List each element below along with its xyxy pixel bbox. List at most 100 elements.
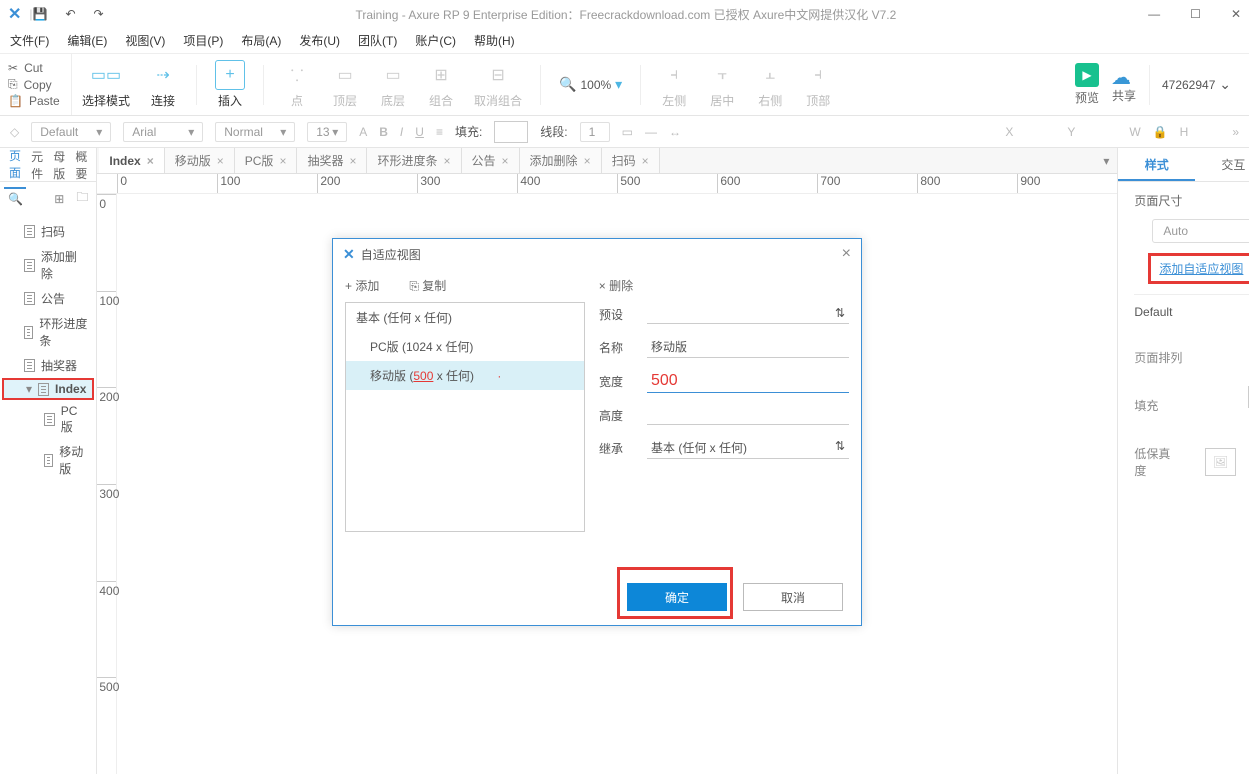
redo-icon[interactable]: ↷ — [94, 7, 104, 21]
height-input[interactable] — [647, 405, 849, 425]
zoom-control[interactable]: 🔍 100% ▾ — [559, 76, 622, 93]
page-item[interactable]: 公告 — [0, 286, 96, 311]
fill-swatch[interactable] — [494, 121, 528, 143]
ruler-vertical: 0100200300400500 — [97, 194, 117, 774]
weight-select[interactable]: Normal▾ — [215, 122, 295, 142]
lowfi-icon[interactable]: 🖼 — [1205, 448, 1236, 476]
page-item-selected[interactable]: ▾Index — [2, 378, 94, 400]
menu-help[interactable]: 帮助(H) — [474, 32, 515, 49]
connect-tool[interactable]: ⇢连接 — [148, 60, 178, 109]
line-style-icon[interactable]: — — [645, 125, 657, 139]
cut-button[interactable]: ✂ Cut — [0, 60, 71, 76]
group-tool: ⊞组合 — [426, 60, 456, 109]
font-select[interactable]: Arial▾ — [123, 122, 203, 142]
text-color-icon[interactable]: A — [359, 125, 367, 139]
list-item[interactable]: PC版 (1024 x 任何) — [346, 332, 584, 361]
tab-overflow-icon[interactable]: ▾ — [1095, 154, 1117, 168]
maximize-icon[interactable]: ☐ — [1190, 7, 1201, 21]
italic-icon[interactable]: I — [400, 125, 403, 139]
right-sidebar: 样式 交互 说明 页面尺寸 Auto⇅ 添加自适应视图 Default✎ 页面排… — [1117, 148, 1249, 774]
canvas-tab[interactable]: Index× — [99, 148, 164, 173]
line-color-icon[interactable]: ▭ — [622, 125, 633, 139]
tab-interact[interactable]: 交互 — [1195, 148, 1249, 181]
insert-tool[interactable]: +插入 — [215, 60, 245, 109]
tab-outline[interactable]: 概要 — [70, 142, 92, 188]
lock-icon[interactable]: 🔒 — [1153, 125, 1168, 139]
select-tool[interactable]: ▭▭选择模式 — [82, 60, 130, 109]
page-size-select[interactable]: Auto⇅ — [1152, 219, 1249, 243]
ruler-horizontal: 0100200300400500600700800900 — [97, 174, 1117, 194]
page-size-label: 页面尺寸 — [1134, 192, 1249, 209]
preview-icon[interactable]: ▶ — [1075, 63, 1099, 87]
underline-icon[interactable]: U — [415, 125, 424, 139]
list-item[interactable]: 基本 (任何 x 任何) — [346, 303, 584, 332]
copy-button[interactable]: ⎘ Copy — [0, 76, 71, 93]
canvas-tab[interactable]: 移动版× — [165, 148, 235, 173]
name-input[interactable]: 移动版 — [647, 336, 849, 358]
height-label: 高度 — [599, 407, 635, 424]
page-item[interactable]: 扫码 — [0, 219, 96, 244]
folder-icon[interactable]: 🗀 — [76, 188, 88, 209]
share-icon[interactable]: ☁ — [1111, 65, 1137, 85]
menu-edit[interactable]: 编辑(E) — [67, 32, 107, 49]
arrow-icon[interactable]: ↔ — [669, 125, 681, 139]
canvas-tab[interactable]: PC版× — [235, 148, 298, 173]
window-title: Training - Axure RP 9 Enterprise Edition… — [104, 6, 1149, 23]
more-icon[interactable]: » — [1232, 125, 1239, 139]
default-section: Default✎ — [1134, 305, 1249, 319]
style-preset[interactable]: Default▾ — [31, 122, 111, 142]
menu-project[interactable]: 项目(P) — [183, 32, 223, 49]
account-label[interactable]: 47262947 ⌄ — [1162, 76, 1231, 93]
page-item[interactable]: 环形进度条 — [0, 311, 96, 353]
w-label: W — [1129, 125, 1140, 139]
canvas-tab[interactable]: 公告× — [462, 148, 520, 173]
canvas-tab[interactable]: 环形进度条× — [367, 148, 461, 173]
paste-button[interactable]: 📋 Paste — [0, 93, 71, 109]
canvas-tab[interactable]: 扫码× — [602, 148, 660, 173]
dlg-add-button[interactable]: + 添加 — [345, 277, 379, 294]
save-icon[interactable]: 💾 — [33, 7, 48, 21]
size-select[interactable]: 13▾ — [307, 122, 347, 142]
undo-icon[interactable]: ↶ — [65, 7, 75, 21]
dlg-copy-button[interactable]: ⎘ 复制 — [409, 277, 446, 294]
ok-highlight — [617, 567, 733, 619]
add-adaptive-view-link[interactable]: 添加自适应视图 — [1148, 253, 1249, 284]
tab-masters[interactable]: 母版 — [48, 142, 70, 188]
bottom-tool: ▭底层 — [378, 60, 408, 109]
style-icon[interactable]: ◇ — [10, 125, 19, 139]
dlg-delete-button[interactable]: × 删除 — [599, 277, 633, 294]
canvas-tab[interactable]: 抽奖器× — [297, 148, 367, 173]
menu-account[interactable]: 账户(C) — [415, 32, 456, 49]
add-page-icon[interactable]: ⊞ — [54, 192, 64, 206]
cancel-button[interactable]: 取消 — [743, 583, 843, 611]
page-item[interactable]: 移动版 — [0, 439, 96, 481]
canvas-tab[interactable]: 添加删除× — [520, 148, 602, 173]
inherit-select[interactable]: 基本 (任何 x 任何)⇅ — [647, 437, 849, 459]
point-tool: ⸪点 — [282, 60, 312, 109]
width-input[interactable]: 500 — [647, 370, 849, 393]
search-icon[interactable]: 🔍 — [8, 192, 23, 206]
list-item-selected[interactable]: 移动版 (500 x 任何) · — [346, 361, 584, 390]
menu-file[interactable]: 文件(F) — [10, 32, 49, 49]
menu-layout[interactable]: 布局(A) — [241, 32, 281, 49]
page-item[interactable]: 抽奖器 — [0, 353, 96, 378]
preset-label: 预设 — [599, 306, 635, 323]
page-item[interactable]: PC版 — [0, 400, 96, 439]
tab-style[interactable]: 样式 — [1118, 148, 1195, 181]
title-bar: ✕ | 💾 ↶ ↷ Training - Axure RP 9 Enterpri… — [0, 0, 1249, 28]
close-icon[interactable]: ✕ — [1231, 7, 1241, 21]
menu-publish[interactable]: 发布(U) — [299, 32, 340, 49]
menu-team[interactable]: 团队(T) — [358, 32, 397, 49]
list-icon[interactable]: ≡ — [436, 125, 443, 139]
menu-view[interactable]: 视图(V) — [125, 32, 165, 49]
page-item[interactable]: 添加删除 — [0, 244, 96, 286]
minimize-icon[interactable]: — — [1148, 7, 1160, 21]
line-width[interactable]: 1 — [580, 122, 610, 142]
lowfi-row: 低保真度 🖼 降低视觉保真度以专注于用户体验 — [1134, 445, 1249, 479]
bold-icon[interactable]: B — [379, 125, 388, 139]
dialog-close-icon[interactable]: × — [842, 245, 851, 263]
page-align-row: 页面排列 ≡ ≡ — [1134, 349, 1249, 366]
line-label: 线段: — [540, 123, 567, 140]
tab-widgets[interactable]: 元件 — [26, 142, 48, 188]
preset-select[interactable]: ⇅ — [647, 304, 849, 324]
